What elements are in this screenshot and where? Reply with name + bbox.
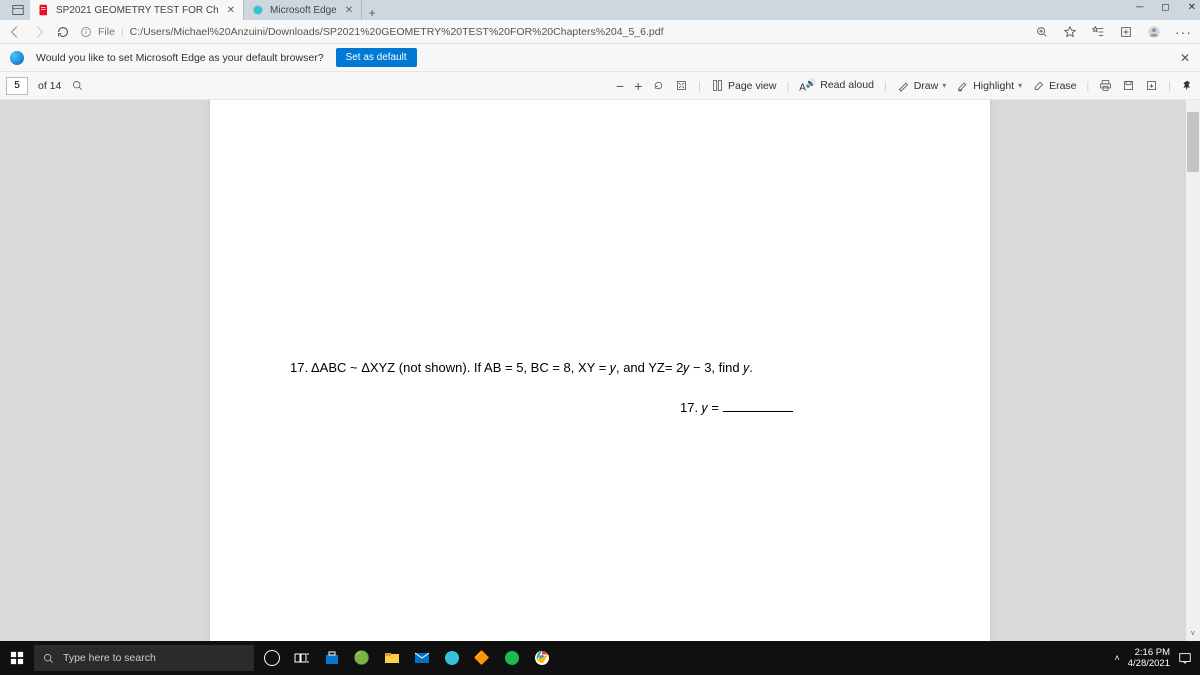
page-view-button[interactable]: Page view: [711, 79, 776, 92]
eraser-icon: [1032, 79, 1045, 92]
window-maximize-icon[interactable]: ◻: [1161, 2, 1169, 13]
scrollbar-thumb[interactable]: [1187, 112, 1199, 172]
answer-blank: [723, 411, 793, 412]
erase-button[interactable]: Erase: [1032, 79, 1076, 92]
zoom-icon[interactable]: [1035, 25, 1049, 39]
file-explorer-icon[interactable]: [382, 648, 402, 668]
answer-17-label: 17. 𝑦 =: [680, 400, 793, 416]
default-browser-infobar: Would you like to set Microsoft Edge as …: [0, 44, 1200, 72]
pdf-file-icon: [38, 4, 50, 16]
cortana-icon[interactable]: [262, 648, 282, 668]
more-menu-icon[interactable]: ···: [1175, 24, 1192, 40]
infobar-text: Would you like to set Microsoft Edge as …: [36, 52, 324, 64]
page-number-input[interactable]: [6, 77, 28, 95]
edge-logo-icon: [252, 4, 264, 16]
pen-icon: [897, 79, 910, 92]
pdf-viewer[interactable]: 17. ΔABC ~ ΔXYZ (not shown). If AB = 5, …: [0, 100, 1200, 641]
chrome-icon[interactable]: [532, 648, 552, 668]
favorite-icon[interactable]: [1063, 25, 1077, 39]
chevron-down-icon: ▾: [1018, 81, 1022, 90]
rotate-icon[interactable]: [652, 79, 665, 92]
tab-edge[interactable]: Microsoft Edge ✕: [244, 0, 362, 20]
window-close-icon[interactable]: ✕: [1188, 2, 1196, 13]
app-icon-1[interactable]: 🟢: [352, 648, 372, 668]
zoom-out-icon[interactable]: −: [616, 78, 624, 94]
start-button[interactable]: [0, 651, 34, 665]
favorites-list-icon[interactable]: [1091, 25, 1105, 39]
pdf-page: 17. ΔABC ~ ΔXYZ (not shown). If AB = 5, …: [210, 100, 990, 641]
app-icon-orange[interactable]: 🔶: [472, 648, 492, 668]
collections-icon[interactable]: [1119, 25, 1133, 39]
close-tab-icon[interactable]: ✕: [227, 5, 235, 16]
forward-icon[interactable]: [32, 25, 46, 39]
chevron-down-icon: ▾: [942, 81, 946, 90]
store-icon[interactable]: [322, 648, 342, 668]
highlighter-icon: [956, 79, 969, 92]
windows-taskbar: Type here to search 🟢 🔶 ˄ 2:16 PM 4/28/2…: [0, 641, 1200, 675]
task-view-icon[interactable]: [292, 648, 312, 668]
windows-icon: [10, 651, 24, 665]
save-icon[interactable]: [1122, 79, 1135, 92]
browser-tab-strip: SP2021 GEOMETRY TEST FOR Ch ✕ Microsoft …: [0, 0, 1200, 20]
search-placeholder: Type here to search: [63, 652, 156, 664]
fit-page-icon[interactable]: [675, 79, 688, 92]
scroll-down-icon[interactable]: ˅: [1186, 629, 1200, 641]
close-tab-icon[interactable]: ✕: [345, 5, 353, 16]
spotify-icon[interactable]: [502, 648, 522, 668]
search-icon[interactable]: [71, 79, 84, 92]
zoom-in-icon[interactable]: +: [634, 78, 642, 94]
system-clock[interactable]: 2:16 PM 4/28/2021: [1128, 647, 1170, 669]
tab-manager-button[interactable]: [6, 0, 30, 20]
tab-title: SP2021 GEOMETRY TEST FOR Ch: [56, 5, 219, 16]
new-tab-button[interactable]: +: [362, 6, 382, 20]
address-bar: File | C:/Users/Michael%20Anzuini/Downlo…: [0, 20, 1200, 44]
info-icon: [80, 26, 92, 38]
read-aloud-button[interactable]: A🔊 Read aloud: [799, 78, 874, 93]
tab-actions-icon: [12, 4, 24, 16]
question-17-text: 17. ΔABC ~ ΔXYZ (not shown). If AB = 5, …: [290, 360, 930, 376]
tab-title: Microsoft Edge: [270, 5, 337, 16]
notifications-icon[interactable]: [1178, 651, 1192, 665]
scrollbar-track[interactable]: [1186, 100, 1200, 641]
window-minimize-icon[interactable]: ─: [1136, 2, 1143, 13]
tab-pdf[interactable]: SP2021 GEOMETRY TEST FOR Ch ✕: [30, 0, 244, 20]
pin-toolbar-icon[interactable]: [1181, 79, 1194, 92]
mail-icon[interactable]: [412, 648, 432, 668]
draw-button[interactable]: Draw ▾: [897, 79, 947, 92]
refresh-icon[interactable]: [56, 25, 70, 39]
search-icon: [42, 652, 55, 665]
taskbar-search[interactable]: Type here to search: [34, 645, 254, 671]
page-total-label: of 14: [38, 80, 61, 92]
url-path: C:/Users/Michael%20Anzuini/Downloads/SP2…: [130, 26, 664, 38]
set-default-button[interactable]: Set as default: [336, 48, 417, 67]
profile-icon[interactable]: [1147, 25, 1161, 39]
infobar-close-icon[interactable]: ✕: [1180, 51, 1190, 65]
page-view-icon: [711, 79, 724, 92]
tray-chevron-icon[interactable]: ˄: [1114, 653, 1119, 663]
back-icon[interactable]: [8, 25, 22, 39]
edge-icon: [10, 51, 24, 65]
url-scheme: File: [98, 26, 115, 38]
url-field[interactable]: File | C:/Users/Michael%20Anzuini/Downlo…: [80, 26, 1025, 38]
pdf-toolbar: of 14 − + | Page view | A🔊 Read aloud | …: [0, 72, 1200, 100]
edge-taskbar-icon[interactable]: [442, 648, 462, 668]
print-icon[interactable]: [1099, 79, 1112, 92]
highlight-button[interactable]: Highlight ▾: [956, 79, 1022, 92]
save-as-icon[interactable]: [1145, 79, 1158, 92]
read-aloud-icon: A🔊: [799, 78, 816, 93]
